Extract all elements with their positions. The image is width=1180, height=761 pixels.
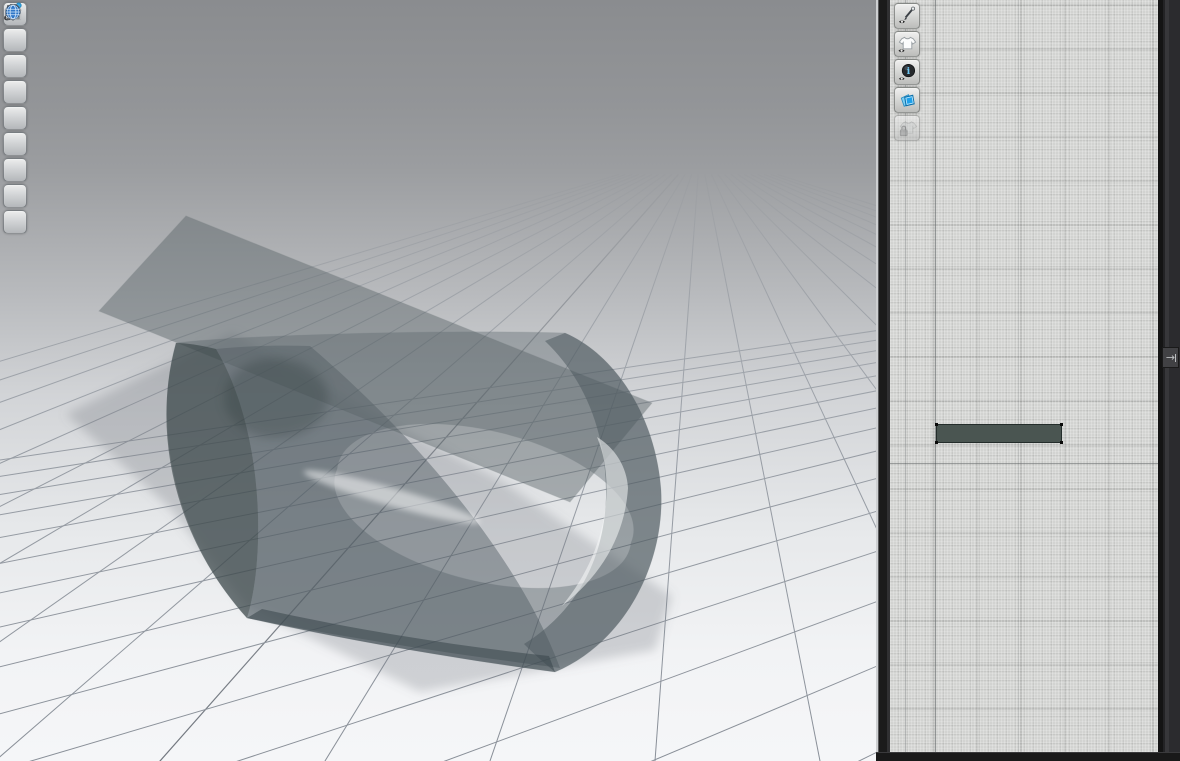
pattern-corner-point[interactable] xyxy=(1060,423,1063,426)
toolbar3d-show-avatar-button[interactable] xyxy=(3,4,27,130)
toolbar2d-patterns-button[interactable] xyxy=(894,87,920,113)
toolbar3d-avatar-head-button[interactable] xyxy=(3,4,27,208)
2d-pattern-panel[interactable]: i xyxy=(890,0,1158,752)
collapsed-side-panel xyxy=(1163,0,1180,761)
fabric-wrinkle-patch xyxy=(224,358,328,438)
toolbar3d-show-garment-button[interactable] xyxy=(3,4,27,78)
3d-garment-viewport[interactable] xyxy=(0,0,876,761)
2d-left-toolbar: i xyxy=(894,3,920,141)
pattern-grid-vline xyxy=(1018,0,1019,752)
svg-text:i: i xyxy=(906,66,910,77)
toolbar2d-info-button[interactable]: i xyxy=(894,59,920,85)
blue-papers-icon xyxy=(900,93,915,107)
expand-panel-button[interactable]: → xyxy=(1162,347,1179,368)
toolbar2d-lock-garment-button[interactable] xyxy=(894,115,920,141)
toolbar3d-book-light-button[interactable] xyxy=(3,4,27,156)
pattern-corner-point[interactable] xyxy=(935,441,938,444)
3d-scene[interactable] xyxy=(0,0,876,761)
pattern-piece-rectangle[interactable] xyxy=(935,423,1063,444)
globe-icon xyxy=(5,4,21,21)
bottom-border xyxy=(876,752,1180,761)
toolbar2d-show-garment-button[interactable] xyxy=(894,31,920,57)
garment-design-app-window: { "scene_3d": { "aria_label": "Transluce… xyxy=(0,0,1180,761)
toolbar3d-tshirt-outline-button[interactable] xyxy=(3,4,27,52)
pattern-corner-point[interactable] xyxy=(935,423,938,426)
toolbar2d-needle-button[interactable] xyxy=(894,3,920,29)
toolbar3d-book-dark-button[interactable] xyxy=(3,4,27,182)
needle-eye-icon xyxy=(898,6,915,23)
3d-left-toolbar xyxy=(3,2,27,234)
tshirt-eye-icon xyxy=(897,36,916,52)
tshirt-lock-icon xyxy=(899,120,917,136)
window-splitter[interactable] xyxy=(876,0,890,761)
pattern-grid-hline xyxy=(890,463,1158,464)
toolbar3d-globe-button[interactable] xyxy=(3,4,27,234)
info-eye-icon: i xyxy=(898,63,915,80)
pattern-corner-point[interactable] xyxy=(1060,441,1063,444)
toolbar3d-show-pen-button[interactable] xyxy=(3,2,27,104)
pattern-grid-vline xyxy=(935,0,936,752)
